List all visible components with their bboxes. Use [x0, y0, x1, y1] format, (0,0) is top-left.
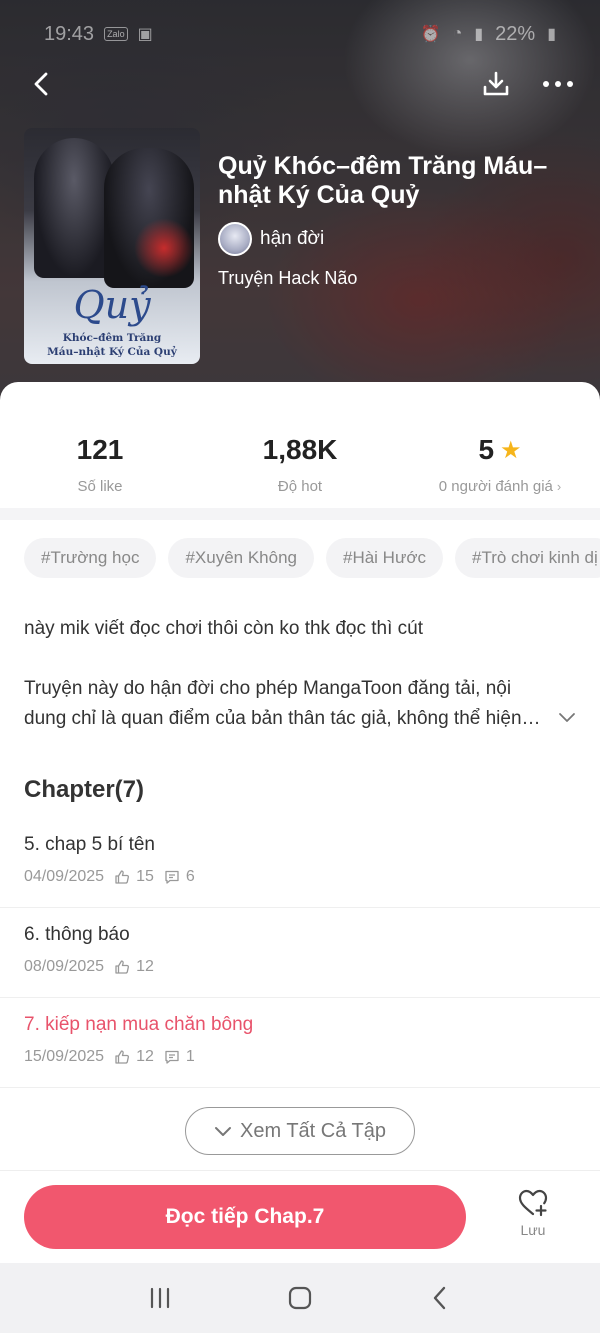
chevron-right-icon: › [556, 479, 562, 494]
rating-label-row[interactable]: 0 người đánh giá › [439, 478, 561, 495]
chevron-down-icon [559, 713, 575, 722]
status-left: 19:43 Zalo ▣ [44, 23, 153, 46]
cover-subtitle-line1: Khóc–đêm Trăng [62, 332, 162, 344]
battery-level: 22% [495, 22, 536, 45]
description-line2: Truyện này do hận đời cho phép MangaToon… [24, 678, 541, 729]
tag-chip[interactable]: #Trường học [24, 538, 157, 578]
chapter-list: 5. chap 5 bí tên 04/09/2025 15 6 6. thôn… [0, 818, 600, 1088]
back-chevron-icon [433, 1286, 446, 1310]
more-options-button[interactable] [536, 62, 580, 106]
expand-description-button[interactable] [556, 706, 578, 728]
star-icon: ★ [500, 436, 522, 464]
download-icon [483, 71, 509, 96]
system-navigation-bar [0, 1263, 600, 1333]
tag-chip[interactable]: #Trò chơi kinh dị [455, 538, 600, 578]
author-avatar[interactable] [218, 222, 252, 256]
continue-reading-button[interactable]: Đọc tiếp Chap.7 [24, 1185, 466, 1249]
description: này mik viết đọc chơi thôi còn ko thk đọ… [24, 614, 576, 734]
chapter-comment-count: 1 [185, 1048, 195, 1065]
tag-list: #Trường học #Xuyên Không #Hài Hước #Trò … [24, 538, 600, 580]
chapter-likes: 12 [114, 1048, 154, 1066]
likes-label: Số like [77, 478, 123, 495]
save-to-library-button[interactable]: Lưu [503, 1188, 563, 1250]
chapter-heading: Chapter(7) [24, 776, 145, 803]
chevron-down-icon [215, 1127, 231, 1136]
back-button[interactable] [20, 62, 64, 106]
rating-value-row: 5 ★ [478, 430, 521, 470]
recent-apps-icon [150, 1287, 170, 1309]
chapter-likes: 12 [114, 958, 154, 976]
chapter-meta: 08/09/2025 12 [24, 958, 576, 976]
cover-subtitle: Khóc–đêm Trăng Máu–nhật Ký Của Quỷ [24, 331, 200, 359]
author-row[interactable]: hận đời [218, 222, 324, 256]
cover-red-accent [134, 218, 194, 278]
home-button[interactable] [270, 1273, 330, 1323]
recent-apps-button[interactable] [130, 1273, 190, 1323]
book-title: Quỷ Khóc–đêm Trăng Máu–nhật Ký Của Quỷ [218, 152, 548, 209]
cover-subtitle-line2: Máu–nhật Ký Của Quỷ [47, 346, 177, 358]
section-divider [0, 508, 600, 520]
book-cover[interactable]: Quỷ Khóc–đêm Trăng Máu–nhật Ký Của Quỷ [24, 128, 200, 364]
chapter-comments: 1 [164, 1048, 195, 1066]
thumb-up-icon [115, 1050, 130, 1064]
cover-title: Quỷ [73, 283, 151, 327]
chapter-comments: 6 [164, 868, 195, 886]
chapter-title: 7. kiếp nạn mua chăn bông [24, 1014, 254, 1035]
thumb-up-icon [115, 960, 130, 974]
hot-label: Độ hot [277, 478, 323, 495]
gallery-notification-icon: ▣ [137, 26, 153, 43]
chapter-meta: 15/09/2025 12 1 [24, 1048, 576, 1066]
system-back-button[interactable] [410, 1273, 470, 1323]
comment-icon [165, 1050, 179, 1064]
stats-row: 121 Số like 1,88K Độ hot 5 ★ 0 người đán… [0, 430, 600, 510]
chapter-date: 15/09/2025 [24, 1048, 105, 1065]
tag-chip[interactable]: #Hài Hước [326, 538, 443, 578]
stat-hot: 1,88K Độ hot [200, 430, 400, 510]
chapter-comment-count: 6 [185, 868, 195, 885]
description-line1: này mik viết đọc chơi thôi còn ko thk đọ… [24, 618, 423, 639]
chapter-item[interactable]: 6. thông báo 08/09/2025 12 [0, 908, 600, 998]
stat-likes: 121 Số like [0, 430, 200, 510]
zalo-notification-icon: Zalo [104, 27, 128, 41]
thumb-up-icon [115, 870, 130, 884]
download-button[interactable] [474, 62, 518, 106]
chapter-date: 08/09/2025 [24, 958, 105, 975]
chapter-date: 04/09/2025 [24, 868, 105, 885]
see-all-label: Xem Tất Cả Tập [240, 1119, 386, 1142]
heart-plus-icon [518, 1189, 548, 1217]
top-bar [0, 58, 600, 110]
chapter-item[interactable]: 5. chap 5 bí tên 04/09/2025 15 6 [0, 818, 600, 908]
save-label: Lưu [520, 1222, 546, 1238]
signal-icon: ▮ [474, 26, 484, 43]
cover-figure-left [34, 138, 114, 278]
see-all-chapters-button[interactable]: Xem Tất Cả Tập [185, 1107, 415, 1155]
wifi-icon: ◔ [452, 25, 463, 42]
alarm-icon: ⏰ [420, 26, 441, 43]
battery-icon: ▮ [547, 26, 556, 43]
bottom-divider [0, 1170, 600, 1171]
comment-icon [165, 870, 179, 884]
chapter-like-count: 12 [136, 958, 154, 975]
tag-chip[interactable]: #Xuyên Không [168, 538, 314, 578]
status-right: ⏰ ◔ ▮ 22% ▮ [421, 23, 556, 46]
chapter-title: 5. chap 5 bí tên [24, 834, 155, 855]
hot-value: 1,88K [262, 434, 338, 465]
more-dots-icon [543, 81, 573, 87]
rating-label: 0 người đánh giá [438, 478, 553, 495]
chapter-item-current[interactable]: 7. kiếp nạn mua chăn bông 15/09/2025 12 … [0, 998, 600, 1088]
chapter-likes: 15 [114, 868, 154, 886]
chapter-like-count: 12 [136, 1048, 154, 1065]
chapter-like-count: 15 [136, 868, 154, 885]
author-name[interactable]: hận đời [260, 228, 324, 250]
chapter-title: 6. thông báo [24, 924, 130, 945]
book-category[interactable]: Truyện Hack Não [218, 268, 357, 289]
status-time: 19:43 [44, 22, 95, 45]
home-icon [288, 1286, 312, 1310]
likes-value: 121 [76, 434, 124, 465]
top-bar-actions [474, 62, 580, 106]
stat-rating[interactable]: 5 ★ 0 người đánh giá › [400, 430, 600, 510]
back-arrow-icon [34, 72, 48, 96]
chapter-meta: 04/09/2025 15 6 [24, 868, 576, 886]
rating-value: 5 [478, 434, 495, 465]
